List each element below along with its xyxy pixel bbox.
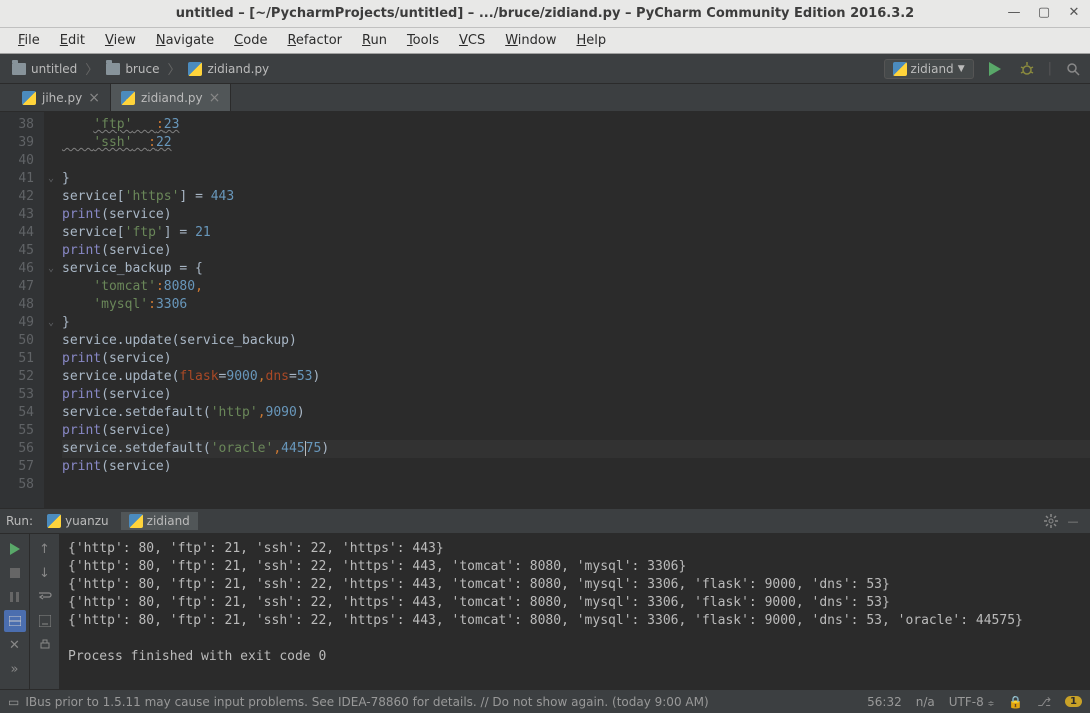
expand-button[interactable]: » bbox=[4, 658, 26, 680]
breadcrumb-label: zidiand.py bbox=[207, 62, 269, 76]
breadcrumb-project[interactable]: untitled bbox=[6, 62, 83, 76]
breadcrumb-label: bruce bbox=[125, 62, 159, 76]
tab-label: jihe.py bbox=[42, 91, 82, 105]
close-tab-button[interactable]: ✕ bbox=[4, 634, 26, 656]
chevron-right-icon: 〉 bbox=[83, 59, 100, 78]
run-toolbar-sub: ↑ ↓ bbox=[30, 534, 60, 689]
run-config-label: zidiand bbox=[911, 62, 954, 76]
caret-position[interactable]: 56:32 bbox=[867, 695, 902, 709]
status-icon: ▭ bbox=[8, 695, 19, 709]
stop-button[interactable] bbox=[4, 562, 26, 584]
menu-refactor[interactable]: Refactor bbox=[279, 30, 350, 51]
python-file-icon bbox=[893, 62, 907, 76]
line-number-gutter: 3839404142434445464748495051525354555657… bbox=[0, 112, 44, 508]
python-file-icon bbox=[129, 514, 143, 528]
python-file-icon bbox=[188, 62, 202, 76]
menu-navigate[interactable]: Navigate bbox=[148, 30, 222, 51]
menu-vcs[interactable]: VCS bbox=[451, 30, 493, 51]
chevron-down-icon: ▼ bbox=[958, 64, 965, 74]
console-output[interactable]: {'http': 80, 'ftp': 21, 'ssh': 22, 'http… bbox=[60, 534, 1090, 689]
close-icon[interactable]: × bbox=[209, 90, 221, 106]
menu-view[interactable]: View bbox=[97, 30, 144, 51]
soft-wrap-button[interactable] bbox=[34, 586, 56, 608]
git-icon[interactable]: ⎇ bbox=[1037, 695, 1051, 709]
editor-tabs: jihe.py × zidiand.py × bbox=[0, 84, 1090, 112]
chevron-right-icon: 〉 bbox=[165, 59, 182, 78]
debug-button[interactable] bbox=[1016, 58, 1038, 80]
scroll-to-end-button[interactable] bbox=[34, 610, 56, 632]
hide-button[interactable]: — bbox=[1062, 510, 1084, 532]
search-everywhere-button[interactable] bbox=[1062, 58, 1084, 80]
minimize-button[interactable]: — bbox=[1006, 4, 1022, 20]
folder-icon bbox=[12, 63, 26, 75]
insert-mode[interactable]: n/a bbox=[916, 695, 935, 709]
run-config-selector[interactable]: zidiand ▼ bbox=[884, 59, 974, 79]
run-toolwindow-header: Run: yuanzuzidiand — bbox=[0, 508, 1090, 534]
window-titlebar: untitled – [~/PycharmProjects/untitled] … bbox=[0, 0, 1090, 28]
close-button[interactable]: ✕ bbox=[1066, 4, 1082, 20]
python-file-icon bbox=[47, 514, 61, 528]
menu-file[interactable]: File bbox=[10, 30, 48, 51]
breadcrumb-folder[interactable]: bruce bbox=[100, 62, 165, 76]
maximize-button[interactable]: ▢ bbox=[1036, 4, 1052, 20]
menu-window[interactable]: Window bbox=[497, 30, 564, 51]
run-tab[interactable]: yuanzu bbox=[39, 512, 117, 530]
navigation-bar: untitled 〉 bruce 〉 zidiand.py zidiand ▼ … bbox=[0, 54, 1090, 84]
rerun-button[interactable] bbox=[4, 538, 26, 560]
gear-icon[interactable] bbox=[1040, 510, 1062, 532]
lock-icon[interactable]: 🔒 bbox=[1008, 695, 1023, 709]
python-file-icon bbox=[121, 91, 135, 105]
editor-tab[interactable]: zidiand.py × bbox=[111, 84, 231, 111]
toggle-layout-button[interactable] bbox=[4, 610, 26, 632]
close-icon[interactable]: × bbox=[88, 90, 100, 106]
python-file-icon bbox=[22, 91, 36, 105]
encoding-selector[interactable]: UTF-8 ≑ bbox=[949, 695, 995, 709]
status-bar: ▭ IBus prior to 1.5.11 may cause input p… bbox=[0, 689, 1090, 713]
menubar: FileEditViewNavigateCodeRefactorRunTools… bbox=[0, 28, 1090, 54]
code-area[interactable]: 'ftp' :23 'ssh' :22 }service['https'] = … bbox=[58, 112, 1090, 508]
run-label: Run: bbox=[6, 514, 33, 528]
print-button[interactable] bbox=[34, 634, 56, 656]
menu-tools[interactable]: Tools bbox=[399, 30, 447, 51]
menu-help[interactable]: Help bbox=[569, 30, 615, 51]
breadcrumb-file[interactable]: zidiand.py bbox=[182, 62, 275, 76]
event-badge[interactable]: 1 bbox=[1065, 696, 1082, 707]
breadcrumb-label: untitled bbox=[31, 62, 77, 76]
menu-code[interactable]: Code bbox=[226, 30, 275, 51]
pause-button[interactable] bbox=[4, 586, 26, 608]
menu-run[interactable]: Run bbox=[354, 30, 395, 51]
folder-icon bbox=[106, 63, 120, 75]
down-stack-button[interactable]: ↓ bbox=[34, 562, 56, 584]
run-toolwindow: ✕ » ↑ ↓ {'http': 80, 'ftp': 21, 'ssh': 2… bbox=[0, 534, 1090, 689]
code-editor[interactable]: 3839404142434445464748495051525354555657… bbox=[0, 112, 1090, 508]
up-stack-button[interactable]: ↑ bbox=[34, 538, 56, 560]
run-toolbar-left: ✕ » bbox=[0, 534, 30, 689]
status-message[interactable]: IBus prior to 1.5.11 may cause input pro… bbox=[25, 695, 708, 709]
run-button[interactable] bbox=[984, 58, 1006, 80]
window-title: untitled – [~/PycharmProjects/untitled] … bbox=[176, 6, 914, 21]
tab-label: zidiand.py bbox=[141, 91, 203, 105]
menu-edit[interactable]: Edit bbox=[52, 30, 93, 51]
run-tab[interactable]: zidiand bbox=[121, 512, 198, 530]
editor-tab[interactable]: jihe.py × bbox=[12, 84, 111, 111]
fold-gutter[interactable]: ⌄⌄⌄ bbox=[44, 112, 58, 508]
